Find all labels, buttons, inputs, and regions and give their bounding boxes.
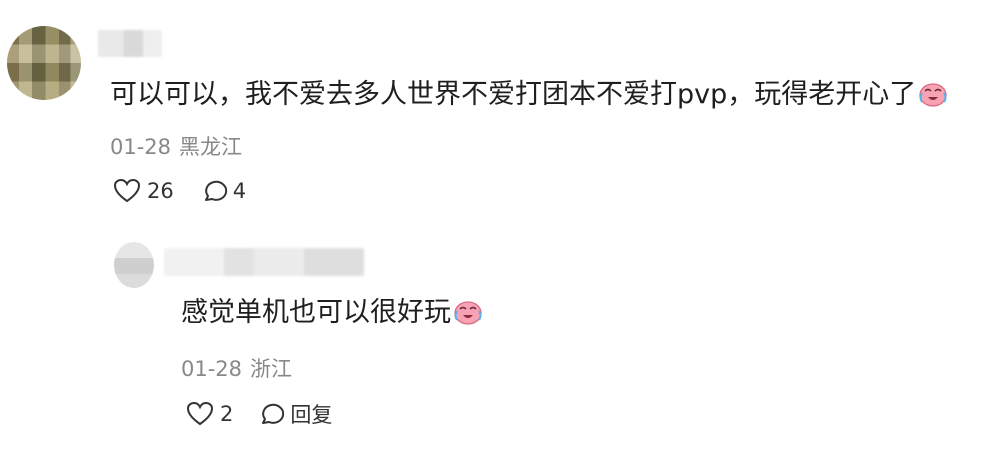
reply-username-blurred[interactable] [164,248,364,276]
like-count: 26 [147,179,174,203]
reply-location: 浙江 [250,357,293,381]
reply-avatar[interactable] [114,242,154,288]
comment-actions: 26 4 [113,178,246,204]
reply-button[interactable]: 回复 [257,399,332,429]
crying-laughing-emoji-icon [454,301,482,325]
reply-date: 01-28 [181,357,243,381]
reply-body: 感觉单机也可以很好玩 [181,297,451,328]
crying-laughing-emoji-icon [919,83,947,107]
reply-text: 感觉单机也可以很好玩 [181,295,483,331]
comment-text: 可以可以，我不爱去多人世界不爱打团本不爱打pvp，玩得老开心了 [110,76,948,114]
heart-icon [113,178,141,203]
reply-button-label: 回复 [290,403,333,427]
avatar[interactable] [7,26,81,100]
like-button[interactable]: 26 [113,178,174,204]
reply-like-count: 2 [220,402,234,426]
comment-icon [204,180,227,201]
comment-location: 黑龙江 [179,135,243,159]
reply-actions: 2 回复 [186,399,332,429]
reply-meta: 01-28 浙江 [181,353,292,383]
reply-count: 4 [232,179,247,203]
reply-like-button[interactable]: 2 [186,401,233,427]
comment-date: 01-28 [110,135,172,159]
username-blurred[interactable] [98,30,162,57]
comment-meta: 01-28 黑龙江 [110,131,242,161]
heart-icon [186,401,214,426]
comment-body: 可以可以，我不爱去多人世界不爱打团本不爱打pvp，玩得老开心了 [110,79,917,110]
reply-count-button[interactable]: 4 [200,178,246,204]
comment-icon [262,403,285,424]
